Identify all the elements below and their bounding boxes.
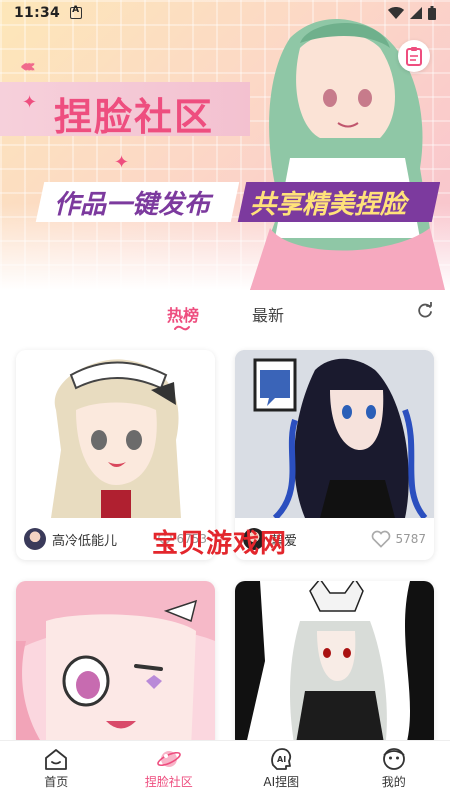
watermark-text: 宝贝游戏网 (152, 529, 288, 559)
battery-icon (428, 6, 436, 20)
work-image[interactable] (235, 350, 434, 518)
status-time: 11:34 (14, 5, 61, 21)
home-icon (45, 749, 68, 770)
tab-active-indicator (174, 325, 190, 331)
tab-hot[interactable]: 热榜 (167, 302, 199, 326)
svg-text:AI: AI (277, 755, 286, 764)
clipboard-button[interactable] (398, 40, 430, 72)
sparkle-icon: ✦ (114, 152, 130, 173)
nav-ai-sculpt[interactable]: AI AI捏图 (225, 741, 338, 800)
refresh-icon[interactable] (416, 302, 434, 320)
planet-icon (156, 751, 181, 767)
clipboard-icon (406, 47, 422, 66)
nav-home-label: 首页 (44, 775, 69, 789)
dark-hair-girl-illustration (235, 350, 434, 518)
nav-profile[interactable]: 我的 (338, 741, 450, 800)
banner-title: 捏脸社区 (54, 95, 215, 139)
ai-face-icon: AI (271, 748, 292, 770)
work-image[interactable] (16, 350, 215, 518)
pink-hair-girl-illustration (16, 581, 215, 749)
status-bar: 11:34 (0, 0, 450, 26)
work-image[interactable] (235, 581, 434, 749)
author-name[interactable]: 高冷低能儿 (52, 530, 117, 549)
avatar[interactable] (24, 528, 46, 550)
like-count: 5787 (395, 532, 426, 546)
work-card[interactable] (235, 581, 434, 749)
nav-community-label: 捏脸社区 (144, 775, 193, 789)
chevron-decoration: ‹‹‹‹‹‹‹ (20, 56, 36, 77)
heart-icon (372, 530, 391, 548)
nav-ai-sculpt-label: AI捏图 (263, 775, 300, 789)
slogan-left: 作品一键发布 (54, 190, 211, 220)
work-image[interactable] (16, 581, 215, 749)
fox-mask-girl-illustration (235, 581, 434, 749)
nav-community[interactable]: 捏脸社区 (113, 741, 226, 800)
signal-icon (410, 7, 422, 19)
feed-tabs: 热榜 最新 (0, 298, 450, 332)
wifi-icon (388, 7, 404, 19)
slogan-right: 共享精美捏脸 (250, 190, 407, 220)
bottom-nav: 首页 捏脸社区 AI AI捏图 我的 (0, 740, 450, 800)
sparkle-icon: ✦ (22, 92, 38, 113)
nav-home[interactable]: 首页 (0, 741, 113, 800)
maid-girl-illustration (51, 359, 181, 518)
profile-face-icon (382, 748, 405, 770)
tab-latest[interactable]: 最新 (252, 302, 284, 326)
sim-icon (70, 5, 83, 19)
work-card[interactable] (16, 581, 215, 749)
nav-profile-label: 我的 (381, 775, 406, 789)
like-button[interactable]: 5787 (371, 530, 426, 548)
community-banner[interactable]: ‹‹‹‹‹‹‹ ››››››› ✦ ✦ 捏脸社区 作品一键发布 共享精美捏脸 (0, 0, 450, 290)
